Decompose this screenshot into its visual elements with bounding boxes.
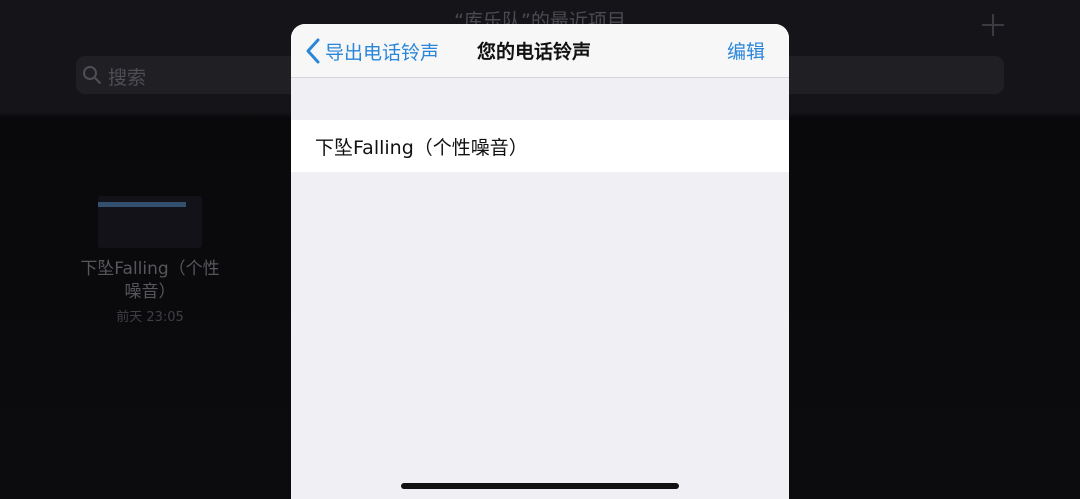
project-date: 前天 23:05	[116, 310, 184, 325]
plus-icon	[982, 14, 1004, 36]
project-name-line1: 下坠Falling（个性	[80, 259, 220, 279]
ringtone-name: 下坠Falling（个性噪音）	[315, 137, 528, 159]
ringtone-list: 下坠Falling（个性噪音）	[291, 120, 789, 172]
navigation-bar: 导出电话铃声 您的电话铃声 编辑	[291, 24, 789, 78]
list-item[interactable]: 下坠Falling（个性噪音）	[291, 120, 789, 172]
project-name: 下坠Falling（个性 噪音）	[70, 258, 230, 304]
search-placeholder: 搜索	[108, 67, 147, 89]
home-indicator[interactable]	[401, 483, 679, 489]
thumbnail-track-bar	[98, 202, 186, 207]
project-thumbnail	[98, 196, 202, 248]
search-icon	[83, 66, 101, 84]
sheet-title: 您的电话铃声	[477, 41, 592, 63]
chevron-left-icon	[306, 38, 320, 64]
project-name-line2: 噪音）	[124, 282, 176, 302]
ringtones-sheet: 导出电话铃声 您的电话铃声 编辑 下坠Falling（个性噪音）	[291, 24, 789, 499]
back-button-label: 导出电话铃声	[325, 41, 440, 64]
screen: “库乐队”的最近项目 搜索 下坠Falling（个性 噪音） 前天 23:05 …	[0, 0, 1080, 499]
back-button[interactable]: 导出电话铃声	[305, 37, 439, 65]
edit-button[interactable]: 编辑	[727, 37, 765, 64]
